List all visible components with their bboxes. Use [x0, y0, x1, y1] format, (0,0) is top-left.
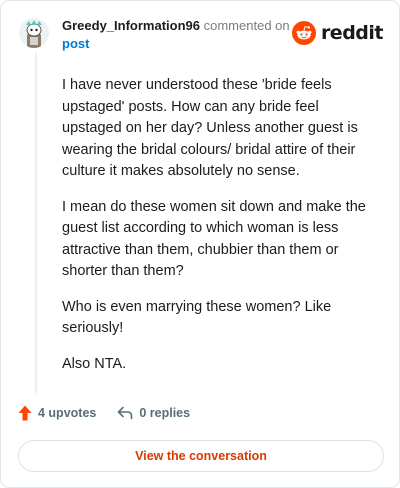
post-link[interactable]: post — [62, 35, 302, 52]
comment-paragraph: I have never understood these 'bride fee… — [62, 77, 358, 179]
comment-header: Greedy_Information96 commented on post — [62, 17, 302, 52]
snoo-avatar-icon — [19, 18, 49, 48]
reddit-brand[interactable]: reddit — [291, 21, 384, 45]
view-conversation-button[interactable]: View the conversation — [18, 440, 384, 472]
upvote-count: 4 upvotes — [38, 406, 97, 420]
upvote-arrow-icon — [18, 405, 32, 421]
commented-on-label: commented on — [203, 18, 290, 33]
comment-body: I have never understood these 'bride fee… — [62, 75, 372, 389]
comment-paragraph: Who is even marrying these women? Like s… — [62, 298, 332, 337]
reddit-logo-icon — [291, 21, 316, 45]
upvote-button[interactable]: 4 upvotes — [18, 405, 96, 421]
comment-actions: 4 upvotes 0 replies — [18, 405, 190, 421]
brand-wordmark: reddit — [320, 22, 384, 44]
reply-arrow-icon — [118, 406, 133, 420]
avatar[interactable] — [19, 18, 49, 48]
username[interactable]: Greedy_Information96 — [62, 18, 200, 33]
reply-button[interactable]: 0 replies — [117, 406, 190, 420]
comment-paragraph: I mean do these women sit down and make … — [62, 198, 366, 280]
reply-count: 0 replies — [139, 406, 191, 420]
comment-paragraph: Also NTA. — [62, 355, 127, 372]
comment-card: Greedy_Information96 commented on post r… — [0, 0, 400, 488]
thread-line — [35, 53, 37, 393]
